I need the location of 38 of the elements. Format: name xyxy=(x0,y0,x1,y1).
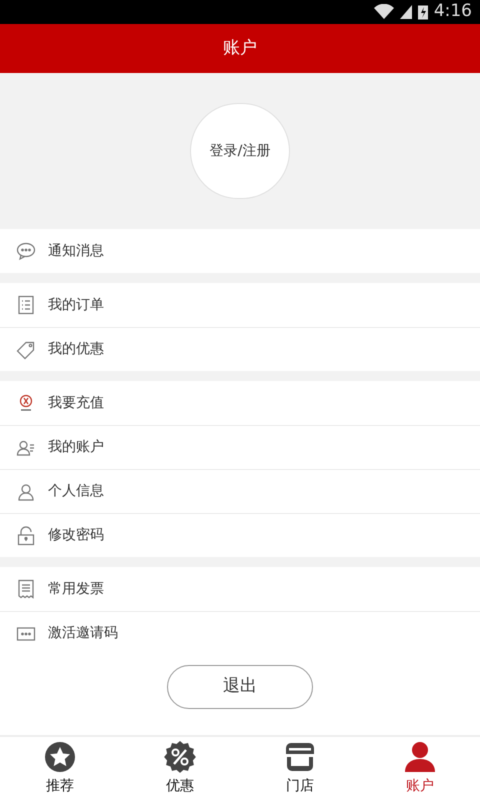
menu-item[interactable]: 我的订单 xyxy=(0,283,480,327)
battery-icon xyxy=(418,4,428,20)
menu-item[interactable]: 通知消息 xyxy=(0,229,480,273)
menu-item[interactable]: 个人信息 xyxy=(0,469,480,513)
tab[interactable]: 账户 xyxy=(360,737,480,800)
menu-label: 我的优惠 xyxy=(48,340,104,359)
tab[interactable]: 门店 xyxy=(240,737,360,800)
wifi-icon xyxy=(374,4,394,20)
menu-item[interactable]: 修改密码 xyxy=(0,513,480,557)
menu-item[interactable]: 我的账户 xyxy=(0,425,480,469)
tab[interactable]: 推荐 xyxy=(0,737,120,800)
receipt-icon xyxy=(16,579,36,599)
menu-label: 我的账户 xyxy=(48,438,104,457)
menu-item[interactable]: 我要充值 xyxy=(0,381,480,425)
store-icon xyxy=(283,740,317,774)
tab[interactable]: 优惠 xyxy=(120,737,240,800)
menu-item[interactable]: 常用发票 xyxy=(0,567,480,611)
user-icon xyxy=(16,482,36,502)
menu-label: 常用发票 xyxy=(48,580,104,598)
menu-label: 修改密码 xyxy=(48,526,104,545)
login-button[interactable]: 登录/注册 xyxy=(190,103,290,199)
header-title: 账户 xyxy=(223,36,257,60)
list-icon xyxy=(16,295,36,315)
logout-button[interactable]: 退出 xyxy=(167,665,313,709)
menu-item[interactable]: 激活邀请码 xyxy=(0,611,480,655)
menu-label: 通知消息 xyxy=(48,242,104,260)
clock-time: 4:16 xyxy=(434,0,472,24)
menu-label: 我的订单 xyxy=(48,296,104,314)
menu-label: 个人信息 xyxy=(48,482,104,501)
menu-label: 激活邀请码 xyxy=(48,624,118,643)
lock-icon xyxy=(16,526,36,546)
menu-item[interactable]: 我的优惠 xyxy=(0,327,480,371)
discount-badge-icon xyxy=(163,740,197,774)
signal-icon xyxy=(400,4,412,20)
menu-label: 我要充值 xyxy=(48,394,104,412)
speech-bubble-icon xyxy=(16,241,36,261)
tag-icon xyxy=(16,340,36,360)
user-icon xyxy=(403,740,437,774)
